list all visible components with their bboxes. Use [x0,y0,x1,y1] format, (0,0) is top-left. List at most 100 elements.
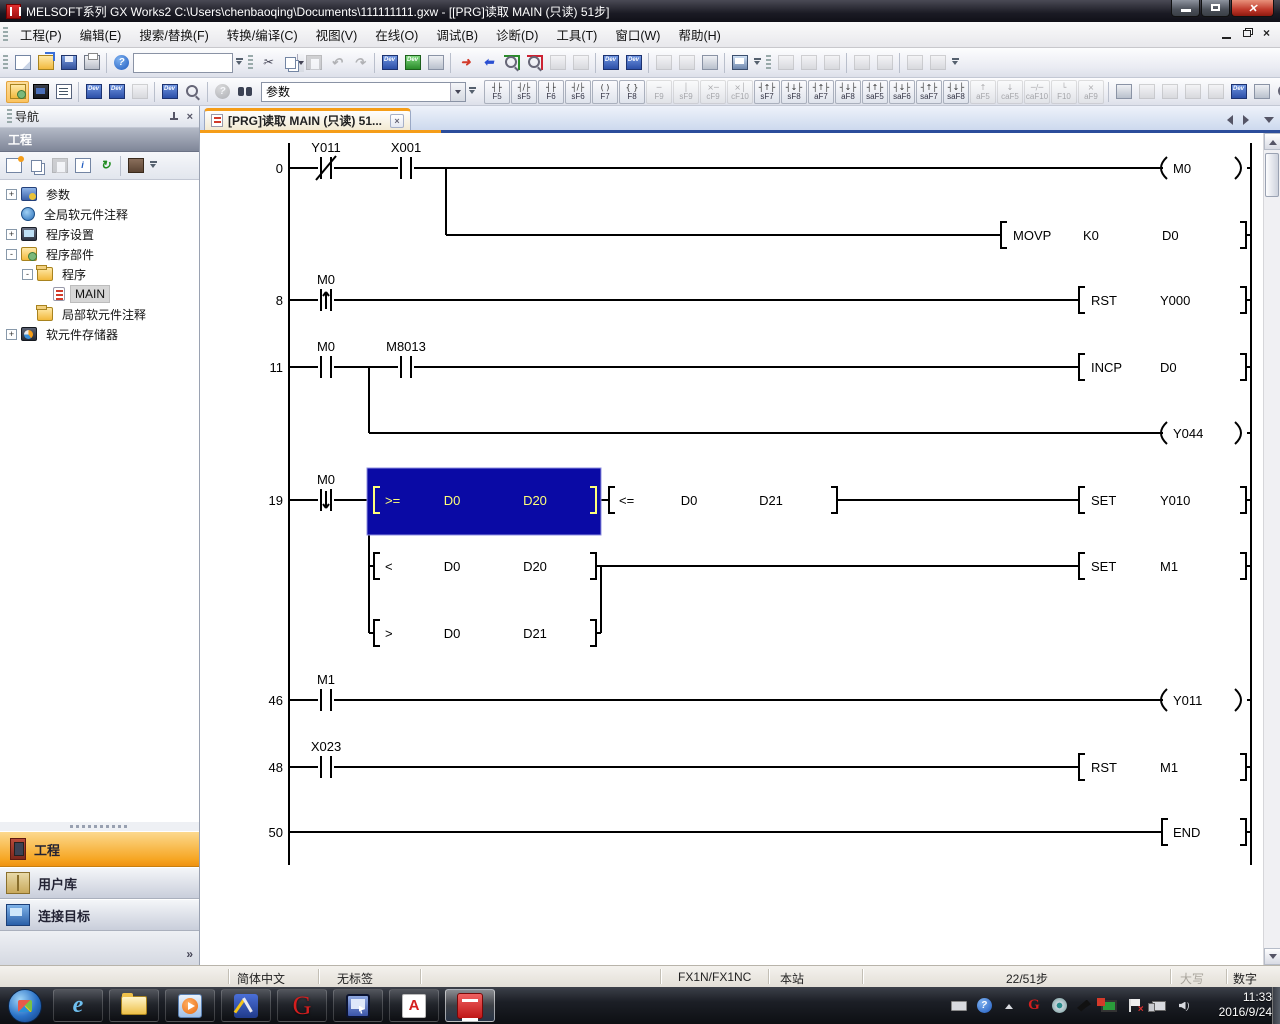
taskbar-item-design-tool[interactable] [221,989,271,1022]
cut-button[interactable]: ✂ [256,52,279,74]
ladder-symbol-button[interactable]: ┤↑├ saF7 [916,80,942,104]
jump-prev-button[interactable]: ⬅ [477,52,500,74]
ladder-symbol-button[interactable]: └ F10 [1051,80,1077,104]
vertical-scrollbar[interactable] [1263,133,1280,965]
restore-button[interactable] [1201,0,1230,17]
find-binoculars-button[interactable] [234,81,257,103]
inline-st-button[interactable] [1112,81,1135,103]
quick-access-combo[interactable] [133,53,233,73]
tray-help-icon[interactable]: ? [976,998,992,1014]
output-window-button[interactable] [52,81,75,103]
jump-next-button[interactable]: ➜ [454,52,477,74]
scroll-up-icon[interactable] [1264,133,1280,150]
refresh-button[interactable]: ↻ [94,155,117,177]
save-project-button[interactable] [57,52,80,74]
toolbar-overflow-icon[interactable] [466,81,478,103]
ladder-symbol-button[interactable]: ─ F9 [646,80,672,104]
nav-splitter[interactable] [0,821,199,831]
transfer-setup-button[interactable] [728,52,751,74]
taskbar-item-remote-desktop[interactable] [333,989,383,1022]
keyboard-icon[interactable] [951,998,967,1014]
ladder-symbol-button[interactable]: ┤↑├ sF7 [754,80,780,104]
find-device-green-button[interactable] [500,52,523,74]
tab-scroll-left-icon[interactable] [1222,115,1233,125]
taskbar-item-explorer[interactable] [109,989,159,1022]
ladder-symbol-button[interactable]: ─/─ caF10 [1024,80,1050,104]
tree-item[interactable]: MAIN [0,284,199,304]
new-item-button[interactable] [2,155,25,177]
taskbar-item-media-player[interactable] [165,989,215,1022]
taskbar-item-pdf-reader[interactable]: A [389,989,439,1022]
start-button[interactable] [8,989,42,1023]
ladder-symbol-button[interactable]: ( ) F7 [592,80,618,104]
ladder-symbol-button[interactable]: ┤↑├ aF7 [808,80,834,104]
nav-button-connection[interactable]: 连接目标 [0,899,199,931]
action-center-flag-icon[interactable] [1126,998,1142,1014]
network-icon[interactable] [1151,998,1167,1014]
ladder-symbol-button[interactable]: { } F8 [619,80,645,104]
menu-item[interactable]: 转换/编译(C) [218,20,307,49]
taskbar-item-ie[interactable]: e [53,989,103,1022]
cd-icon[interactable] [1051,998,1067,1014]
property-button[interactable]: i [71,155,94,177]
copy-button[interactable] [279,52,302,74]
ladder-symbol-button[interactable]: ×─ cF9 [700,80,726,104]
statement-edit-button[interactable] [1250,81,1273,103]
device-display-button[interactable]: Dev [105,81,128,103]
ladder-symbol-button[interactable]: ┤/├ sF5 [511,80,537,104]
device-batch-button[interactable] [424,52,447,74]
tab-scroll-right-icon[interactable] [1243,115,1254,125]
note-edit-button[interactable] [1273,81,1280,103]
nav-more-chevron[interactable]: » [186,947,191,961]
comment-edit-button[interactable]: Dev [1227,81,1250,103]
ladder-symbol-button[interactable]: ┤/├ sF6 [565,80,591,104]
tab-main-program[interactable]: [PRG]读取 MAIN (只读) 51... × [204,108,411,130]
copy-item-button[interactable] [25,155,48,177]
ladder-symbol-button[interactable]: ┤↓├ sF8 [781,80,807,104]
taskbar-clock[interactable]: 11:33 2016/9/24 [1219,990,1272,1020]
new-project-button[interactable] [11,52,34,74]
tree-item[interactable]: - 程序 [0,264,199,284]
nav-close-icon[interactable]: × [187,111,193,123]
menu-item[interactable]: 工程(P) [11,20,71,49]
mdi-restore-icon[interactable] [1243,30,1251,37]
print-button[interactable] [80,52,103,74]
scroll-down-icon[interactable] [1264,948,1280,965]
tree-item[interactable]: - 程序部件 [0,244,199,264]
tree-item[interactable]: 全局软元件注释 [0,204,199,224]
device-memory-button[interactable]: Dev [622,52,645,74]
menu-item[interactable]: 诊断(D) [487,20,547,49]
tree-expander-icon[interactable]: + [6,329,17,340]
mdi-close-icon[interactable]: × [1263,27,1270,39]
find-toolbar-button[interactable] [181,81,204,103]
device-watch-button[interactable]: Dev [158,81,181,103]
ladder-symbol-button[interactable]: ×│ cF10 [727,80,753,104]
taskbar-item-gx-works2[interactable] [445,989,495,1022]
tray-g-icon[interactable]: G [1026,998,1042,1014]
element-selection-button[interactable] [29,81,52,103]
nav-button-project[interactable]: 工程 [0,831,199,867]
find-input[interactable] [262,84,450,100]
sort-dropdown-icon[interactable] [147,155,159,177]
tree-expander-icon[interactable]: - [22,269,33,280]
find-combo[interactable] [261,82,466,102]
find-device-red-button[interactable] [523,52,546,74]
ladder-symbol-button[interactable]: ↓ caF5 [997,80,1023,104]
tree-expander-icon[interactable]: - [6,249,17,260]
tree-expander-icon[interactable]: + [6,229,17,240]
device-monitor-button[interactable]: Dev [401,52,424,74]
menu-item[interactable]: 编辑(E) [71,20,131,49]
ladder-symbol-button[interactable]: ┤├ F5 [484,80,510,104]
toolbar-overflow-icon[interactable] [751,52,763,74]
menu-item[interactable]: 工具(T) [547,20,606,49]
ladder-symbol-button[interactable]: ┤↓├ aF8 [835,80,861,104]
menu-item[interactable]: 搜索/替换(F) [130,20,217,49]
open-project-button[interactable] [34,52,57,74]
ladder-symbol-button[interactable]: ┤↓├ saF8 [943,80,969,104]
menu-item[interactable]: 帮助(H) [669,20,729,49]
device-comment-display-button[interactable]: Dev [82,81,105,103]
close-button[interactable]: ✕ [1231,0,1274,17]
mdi-minimize-icon[interactable] [1222,37,1231,39]
tree-item[interactable]: + 程序设置 [0,224,199,244]
device-comment-button[interactable]: Dev [599,52,622,74]
